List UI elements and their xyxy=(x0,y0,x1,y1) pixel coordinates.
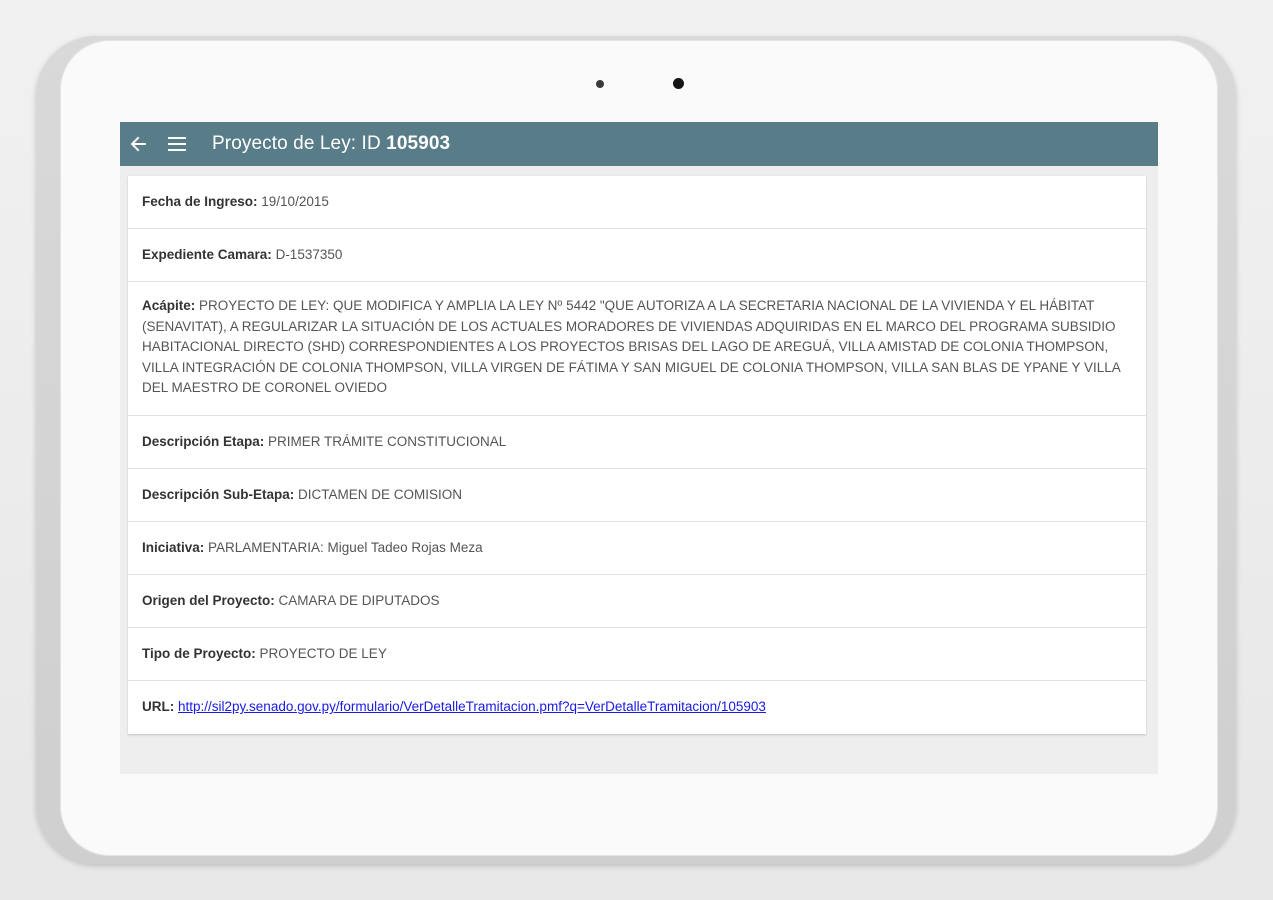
field-expediente-camara: Expediente Camara: D-1537350 xyxy=(128,229,1146,282)
app-bar: Proyecto de Ley: ID 105903 xyxy=(120,122,1158,166)
field-label: Iniciativa: xyxy=(142,540,205,555)
field-label: Expediente Camara: xyxy=(142,247,272,262)
field-value: CAMARA DE DIPUTADOS xyxy=(274,593,440,608)
field-value: D-1537350 xyxy=(271,247,343,262)
field-fecha-ingreso: Fecha de Ingreso: 19/10/2015 xyxy=(128,176,1146,229)
project-detail-card: Fecha de Ingreso: 19/10/2015 Expediente … xyxy=(128,176,1146,734)
tablet-sensor xyxy=(596,80,604,88)
field-iniciativa: Iniciativa: PARLAMENTARIA: Miguel Tadeo … xyxy=(128,522,1146,575)
field-url: URL: http://sil2py.senado.gov.py/formula… xyxy=(128,681,1146,734)
field-value: PROYECTO DE LEY xyxy=(255,646,387,661)
field-label: Descripción Sub-Etapa: xyxy=(142,487,295,502)
page-title-prefix: Proyecto de Ley: ID xyxy=(212,133,387,154)
field-descripcion-sub-etapa: Descripción Sub-Etapa: DICTAMEN DE COMIS… xyxy=(128,469,1146,522)
field-value: PRIMER TRÁMITE CONSTITUCIONAL xyxy=(264,434,507,449)
hamburger-menu-icon[interactable] xyxy=(166,133,188,155)
field-value: DICTAMEN DE COMISION xyxy=(294,487,463,502)
field-label: Fecha de Ingreso: xyxy=(142,194,258,209)
detail-url-link[interactable]: http://sil2py.senado.gov.py/formulario/V… xyxy=(178,699,766,714)
field-label: Acápite: xyxy=(142,298,196,313)
page-title: Proyecto de Ley: ID 105903 xyxy=(212,133,450,155)
field-tipo-proyecto: Tipo de Proyecto: PROYECTO DE LEY xyxy=(128,628,1146,681)
field-label: Origen del Proyecto: xyxy=(142,593,275,608)
field-label: Tipo de Proyecto: xyxy=(142,646,256,661)
tablet-mockup-background: Proyecto de Ley: ID 105903 Fecha de Ingr… xyxy=(0,0,1273,900)
field-value: PARLAMENTARIA: Miguel Tadeo Rojas Meza xyxy=(204,540,483,555)
field-descripcion-etapa: Descripción Etapa: PRIMER TRÁMITE CONSTI… xyxy=(128,416,1146,469)
field-label: Descripción Etapa: xyxy=(142,434,265,449)
app-screen: Proyecto de Ley: ID 105903 Fecha de Ingr… xyxy=(120,122,1158,774)
field-value: PROYECTO DE LEY: QUE MODIFICA Y AMPLIA L… xyxy=(142,298,1121,395)
arrow-left-icon[interactable] xyxy=(127,133,149,155)
tablet-camera xyxy=(673,78,684,89)
field-origen-proyecto: Origen del Proyecto: CAMARA DE DIPUTADOS xyxy=(128,575,1146,628)
field-label: URL: xyxy=(142,699,175,714)
field-acapite: Acápite: PROYECTO DE LEY: QUE MODIFICA Y… xyxy=(128,282,1146,416)
field-value: 19/10/2015 xyxy=(257,194,329,209)
project-id: 105903 xyxy=(386,133,451,154)
